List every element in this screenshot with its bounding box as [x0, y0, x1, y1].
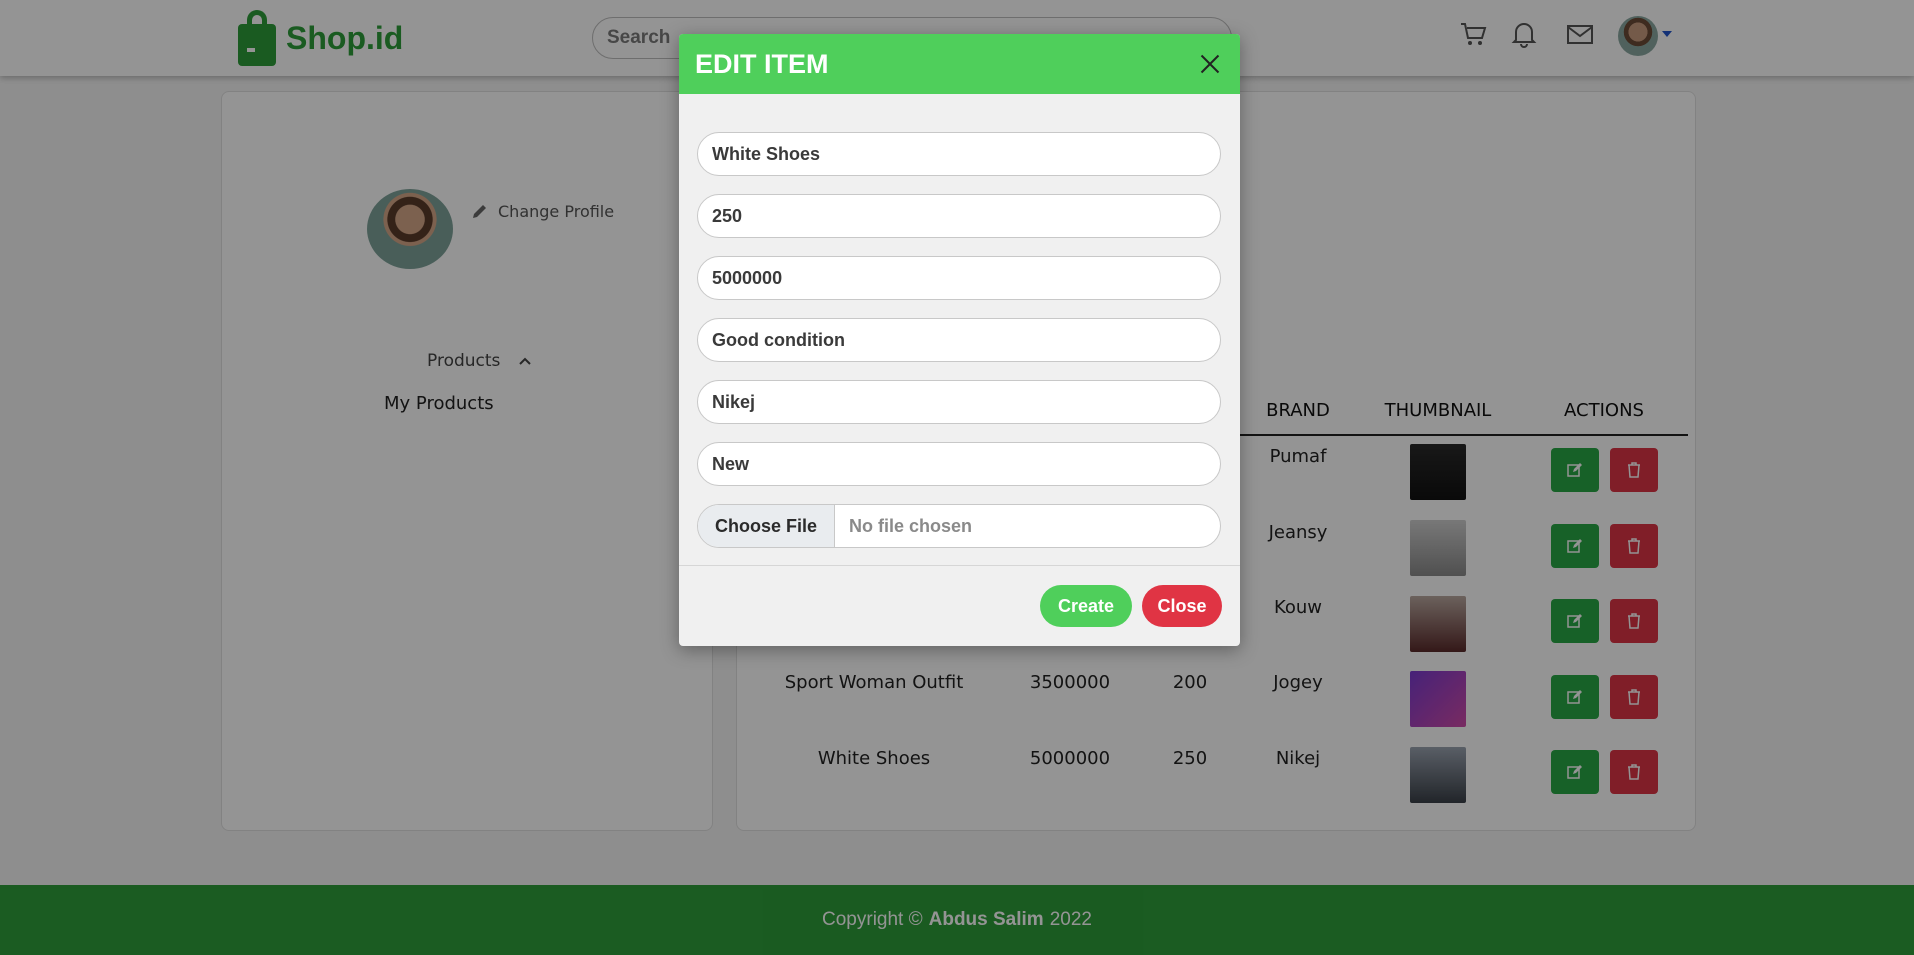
- modal-header: EDIT ITEM: [679, 34, 1240, 94]
- name-input[interactable]: White Shoes: [697, 132, 1221, 176]
- close-icon[interactable]: [1196, 50, 1224, 78]
- file-status: No file chosen: [849, 515, 973, 536]
- stock-input[interactable]: 250: [697, 194, 1221, 238]
- close-button[interactable]: Close: [1142, 585, 1222, 627]
- modal-title: EDIT ITEM: [695, 48, 829, 79]
- condition-input[interactable]: New: [697, 442, 1221, 486]
- modal-body: White Shoes 250 5000000 Good condition N…: [679, 94, 1240, 548]
- description-input[interactable]: Good condition: [697, 318, 1221, 362]
- create-button[interactable]: Create: [1040, 585, 1132, 627]
- edit-item-modal: EDIT ITEM White Shoes 250 5000000 Good c…: [679, 34, 1240, 646]
- brand-input[interactable]: Nikej: [697, 380, 1221, 424]
- price-input[interactable]: 5000000: [697, 256, 1221, 300]
- modal-footer: Create Close: [679, 565, 1240, 646]
- thumbnail-file-input[interactable]: Choose File No file chosen: [697, 504, 1221, 548]
- choose-file-button[interactable]: Choose File: [698, 505, 835, 547]
